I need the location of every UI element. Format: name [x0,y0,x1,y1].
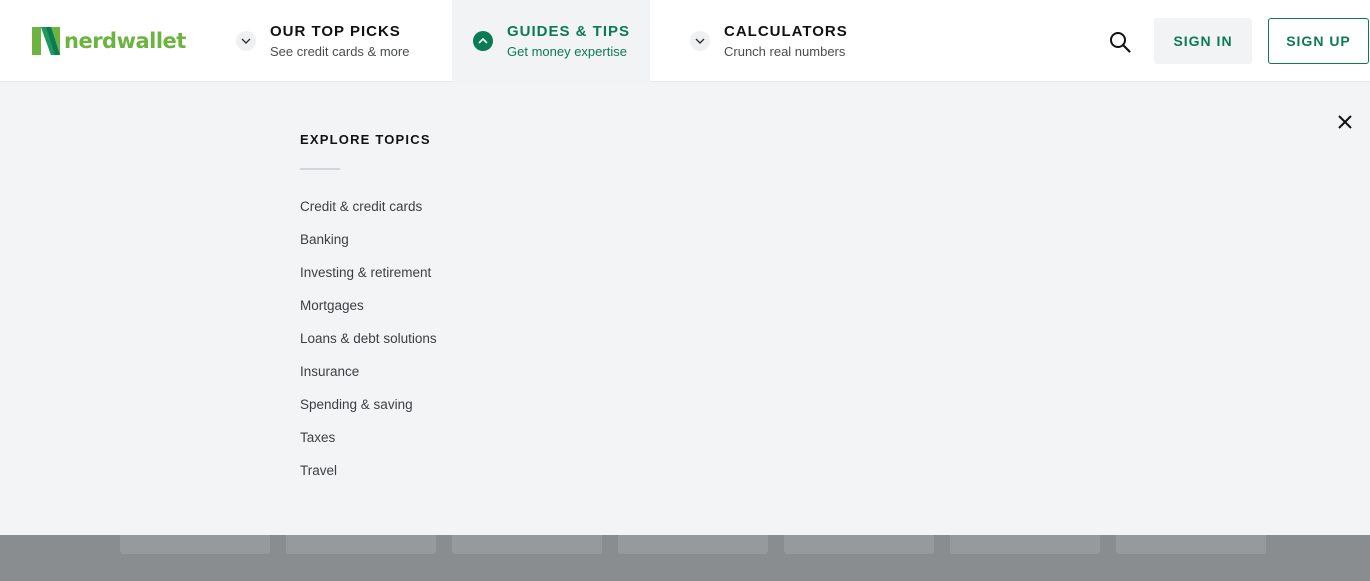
chevron-up-icon [473,31,493,51]
nerdwallet-n-logo-icon [32,27,60,55]
close-button[interactable] [1335,112,1355,132]
search-button[interactable] [1104,26,1136,58]
nav-subtitle: Crunch real numbers [724,44,846,59]
search-icon [1110,32,1131,53]
chevron-down-icon [690,31,710,51]
background-card [286,535,436,554]
nav-title: GUIDES & TIPS [507,23,631,40]
topic-link-insurance[interactable]: Insurance [300,363,437,396]
logo-wordmark: nerdwallet [64,29,186,53]
guides-dropdown-panel: EXPLORE TOPICS Credit & credit cards Ban… [0,82,1370,535]
close-icon [1338,115,1352,129]
site-header: nerdwallet OUR TOP PICKS See credit card… [0,0,1370,82]
topic-link-travel[interactable]: Travel [300,462,437,495]
sign-in-button[interactable]: SIGN IN [1154,18,1252,64]
topic-link-mortgages[interactable]: Mortgages [300,297,437,330]
topics-list: Credit & credit cards Banking Investing … [300,198,437,495]
sign-up-button[interactable]: SIGN UP [1268,18,1369,64]
background-card [950,535,1100,554]
topic-link-credit[interactable]: Credit & credit cards [300,198,437,231]
topic-link-loans[interactable]: Loans & debt solutions [300,330,437,363]
background-card [1116,535,1266,554]
nav-subtitle: Get money expertise [507,44,627,59]
nav-title: OUR TOP PICKS [270,23,401,40]
nerdwallet-logo[interactable]: nerdwallet [32,27,186,55]
topic-link-taxes[interactable]: Taxes [300,429,437,462]
background-card [120,535,270,554]
chevron-down-icon [236,31,256,51]
topic-link-banking[interactable]: Banking [300,231,437,264]
nav-guides-and-tips[interactable]: GUIDES & TIPS Get money expertise [452,0,650,82]
nav-calculators[interactable]: CALCULATORS Crunch real numbers [690,0,848,82]
background-card [618,535,768,554]
topic-link-spending[interactable]: Spending & saving [300,396,437,429]
background-card [452,535,602,554]
nav-our-top-picks[interactable]: OUR TOP PICKS See credit cards & more [236,0,409,82]
heading-divider [300,168,340,170]
topic-link-investing[interactable]: Investing & retirement [300,264,437,297]
nav-subtitle: See credit cards & more [270,44,410,59]
explore-topics-heading: EXPLORE TOPICS [300,132,431,147]
nav-title: CALCULATORS [724,23,848,40]
background-card [784,535,934,554]
